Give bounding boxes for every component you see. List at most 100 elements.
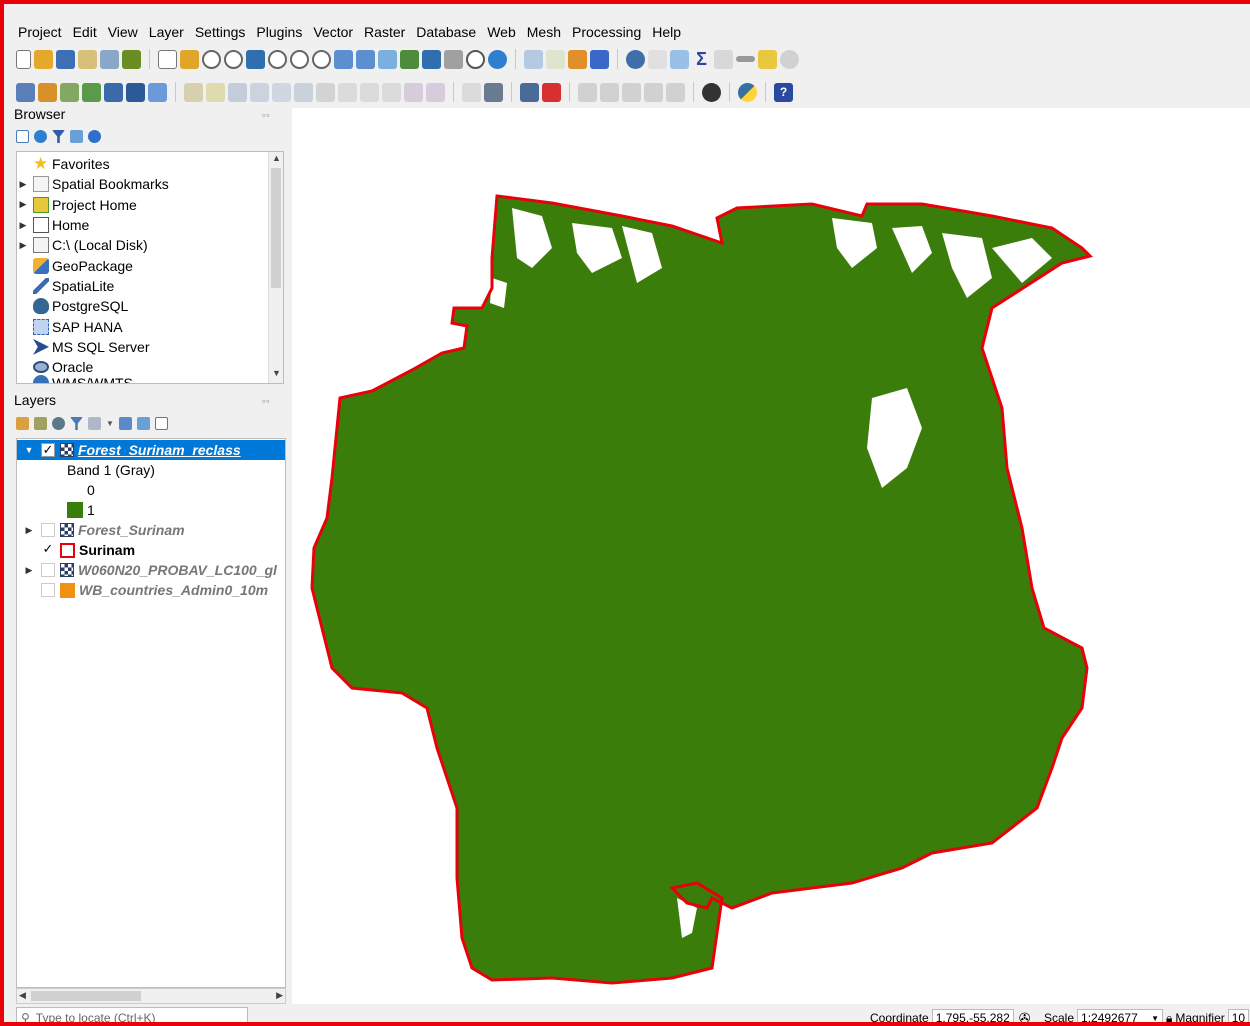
plugin-globe-icon[interactable] — [702, 82, 721, 102]
zoom-selection-icon[interactable] — [268, 49, 287, 69]
attribute-table-icon[interactable] — [648, 49, 667, 69]
layer-visibility-checkbox[interactable] — [41, 563, 55, 577]
current-edits-icon[interactable] — [184, 82, 203, 102]
filter-legend-icon[interactable] — [70, 417, 83, 430]
add-vector-layer-icon[interactable] — [82, 82, 101, 102]
scroll-up-icon[interactable]: ▲ — [269, 153, 283, 167]
temporal-controller-icon[interactable] — [466, 49, 485, 69]
layer-surinam[interactable]: ✓ Surinam — [17, 540, 285, 560]
scroll-right-icon[interactable]: ▶ — [276, 990, 283, 1001]
zoom-next-icon[interactable] — [356, 49, 375, 69]
menu-project[interactable]: Project — [18, 24, 62, 40]
redo-icon[interactable] — [426, 82, 445, 102]
layout-manager-icon[interactable] — [100, 49, 119, 69]
pan-to-selection-icon[interactable] — [180, 49, 199, 69]
layer-visibility-checkbox[interactable]: ✓ — [41, 542, 55, 557]
add-mesh-layer-icon[interactable] — [126, 82, 145, 102]
statistics-icon[interactable]: Σ — [692, 50, 711, 69]
menu-raster[interactable]: Raster — [364, 24, 405, 40]
zoom-out-icon[interactable] — [224, 49, 243, 69]
label-move-icon[interactable] — [578, 82, 597, 102]
layer-visibility-checkbox[interactable] — [41, 583, 55, 597]
menu-settings[interactable]: Settings — [195, 24, 246, 40]
label-remove-icon[interactable] — [542, 82, 561, 102]
scale-combobox[interactable]: 1:2492677 ▼ — [1077, 1009, 1164, 1023]
label-show-icon[interactable] — [644, 82, 663, 102]
new-print-layout-icon[interactable] — [78, 49, 97, 69]
browser-item-sap-hana[interactable]: SAP HANA — [17, 316, 283, 336]
python-console-icon[interactable] — [738, 82, 757, 102]
browser-item-local-disk[interactable]: ▶ C:\ (Local Disk) — [17, 235, 283, 255]
collapse-all-icon[interactable] — [70, 130, 83, 143]
identify-features-icon[interactable] — [524, 49, 543, 69]
magnifier-field[interactable]: 10 — [1227, 1009, 1250, 1022]
zoom-full-icon[interactable] — [246, 49, 265, 69]
coordinate-field[interactable]: 1.795,-55.282 — [931, 1009, 1014, 1022]
layer-visibility-checkbox[interactable] — [41, 523, 55, 537]
style-manager-icon[interactable] — [122, 49, 141, 69]
remove-layer-icon[interactable] — [155, 417, 168, 430]
open-styling-icon[interactable] — [16, 417, 29, 430]
filter-expression-icon[interactable] — [88, 417, 101, 430]
expand-arrow[interactable]: ▶ — [17, 199, 29, 210]
vertex-tool-icon[interactable] — [294, 82, 313, 102]
new-3d-view-icon[interactable] — [400, 49, 419, 69]
label-highlight-icon[interactable] — [484, 82, 503, 102]
cut-features-icon[interactable] — [338, 82, 357, 102]
layer-forest-surinam[interactable]: ▶ Forest_Surinam — [17, 520, 285, 540]
scroll-left-icon[interactable]: ◀ — [19, 990, 26, 1001]
new-virtual-layer-icon[interactable] — [60, 82, 79, 102]
collapse-all-icon[interactable] — [137, 417, 150, 430]
locator-icon[interactable] — [780, 49, 799, 69]
zoom-native-icon[interactable] — [312, 49, 331, 69]
zoom-layer-icon[interactable] — [290, 49, 309, 69]
layers-hscrollbar[interactable]: ◀ ▶ — [16, 988, 286, 1004]
chevron-down-icon[interactable]: ▼ — [1151, 1014, 1159, 1023]
save-project-icon[interactable] — [56, 49, 75, 69]
label-properties-icon[interactable] — [622, 82, 641, 102]
menu-processing[interactable]: Processing — [572, 24, 641, 40]
select-by-value-icon[interactable] — [590, 49, 609, 69]
label-rotate-icon[interactable] — [600, 82, 619, 102]
menu-database[interactable]: Database — [416, 24, 476, 40]
add-selected-layers-icon[interactable] — [16, 130, 29, 143]
browser-item-home[interactable]: ▶ Home — [17, 215, 283, 235]
add-wms-layer-icon[interactable] — [148, 82, 167, 102]
expand-arrow[interactable]: ▶ — [23, 565, 35, 576]
browser-item-mssql[interactable]: MS SQL Server — [17, 337, 283, 357]
save-edits-icon[interactable] — [228, 82, 247, 102]
lock-icon[interactable]: 🔒︎ — [1166, 1011, 1172, 1023]
add-group-icon[interactable] — [34, 417, 47, 430]
data-source-manager-icon[interactable] — [16, 82, 35, 102]
collapse-arrow[interactable]: ▼ — [23, 445, 35, 455]
browser-item-geopackage[interactable]: GeoPackage — [17, 255, 283, 275]
refresh-icon[interactable] — [34, 130, 47, 143]
scroll-thumb[interactable] — [271, 168, 281, 288]
browser-item-favorites[interactable]: ★ Favorites — [17, 154, 283, 174]
measure-icon[interactable] — [714, 49, 733, 69]
manage-visibility-icon[interactable] — [52, 417, 65, 430]
add-raster-layer-icon[interactable] — [104, 82, 123, 102]
browser-item-postgresql[interactable]: PostgreSQL — [17, 296, 283, 316]
browser-item-wms[interactable]: WMS/WMTS — [17, 373, 283, 383]
undo-icon[interactable] — [404, 82, 423, 102]
new-map-view-icon[interactable] — [378, 49, 397, 69]
paste-features-icon[interactable] — [382, 82, 401, 102]
browser-item-project-home[interactable]: ▶ Project Home — [17, 195, 283, 215]
expand-arrow[interactable]: ▶ — [17, 179, 29, 190]
copy-features-icon[interactable] — [360, 82, 379, 102]
properties-icon[interactable] — [88, 130, 101, 143]
menu-edit[interactable]: Edit — [73, 24, 97, 40]
annotation-icon[interactable] — [758, 49, 777, 69]
expand-arrow[interactable]: ▶ — [17, 240, 29, 251]
open-project-icon[interactable] — [34, 49, 53, 69]
browser-dock-buttons[interactable]: ▫▫ — [262, 110, 270, 120]
layer-visibility-checkbox[interactable]: ✓ — [41, 443, 55, 457]
layer-probav[interactable]: ▶ W060N20_PROBAV_LC100_gl — [17, 560, 285, 580]
identify-icon[interactable] — [626, 49, 645, 69]
pan-icon[interactable] — [158, 49, 177, 69]
menu-help[interactable]: Help — [652, 24, 681, 40]
map-canvas[interactable] — [292, 108, 1250, 1004]
show-bookmarks-icon[interactable] — [444, 49, 463, 69]
delete-selected-icon[interactable] — [316, 82, 335, 102]
